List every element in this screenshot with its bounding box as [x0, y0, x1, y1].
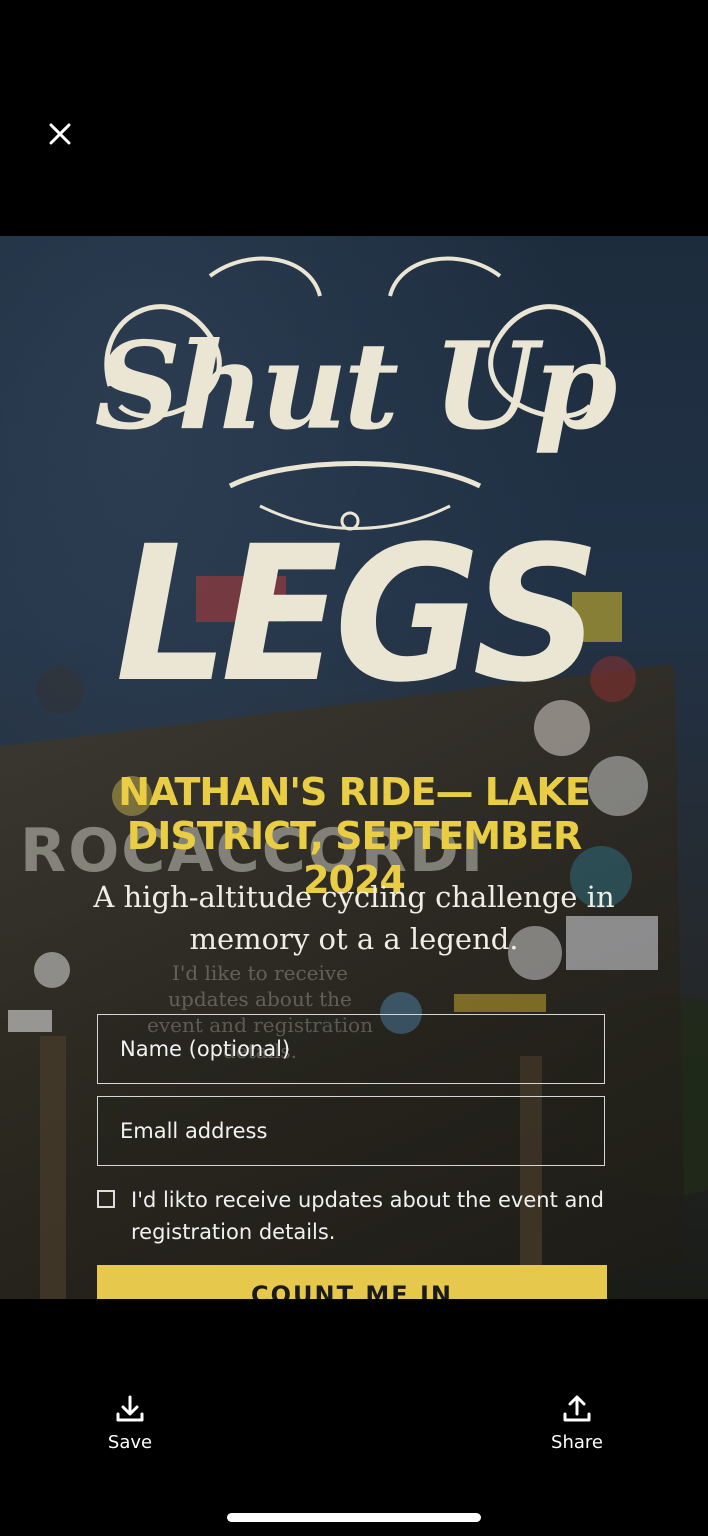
save-button[interactable]: Save — [90, 1392, 170, 1453]
home-indicator[interactable] — [227, 1513, 481, 1522]
event-tagline: A high-altitude cycling challenge in mem… — [93, 880, 615, 956]
share-button[interactable]: Share — [537, 1392, 617, 1453]
name-field[interactable]: Name (optional) — [97, 1014, 605, 1084]
email-field-placeholder: Emall address — [120, 1119, 268, 1143]
count-me-in-button[interactable]: COUNT ME IN — [97, 1265, 607, 1299]
logo-block-text: LEGS — [115, 505, 600, 724]
sticker — [34, 952, 70, 988]
logo-script-text: Shut Up — [94, 316, 618, 457]
share-label: Share — [551, 1432, 603, 1453]
consent-row: I'd likto receive updates about the even… — [97, 1184, 617, 1248]
consent-label: I'd likto receive updates about the even… — [131, 1188, 604, 1244]
consent-checkbox[interactable] — [97, 1190, 115, 1208]
sign-post — [520, 1056, 542, 1299]
download-icon — [116, 1395, 144, 1422]
poster-image: ROCACCORDI I'd like to receive updates a… — [0, 236, 708, 1299]
close-icon — [49, 123, 71, 145]
sticker — [8, 1010, 52, 1032]
share-icon — [563, 1395, 591, 1422]
email-field[interactable]: Emall address — [97, 1096, 605, 1166]
save-label: Save — [107, 1432, 153, 1453]
close-button[interactable] — [40, 114, 80, 154]
sign-post — [40, 1036, 66, 1299]
sticker — [454, 994, 546, 1012]
name-field-placeholder: Name (optional) — [120, 1037, 291, 1061]
